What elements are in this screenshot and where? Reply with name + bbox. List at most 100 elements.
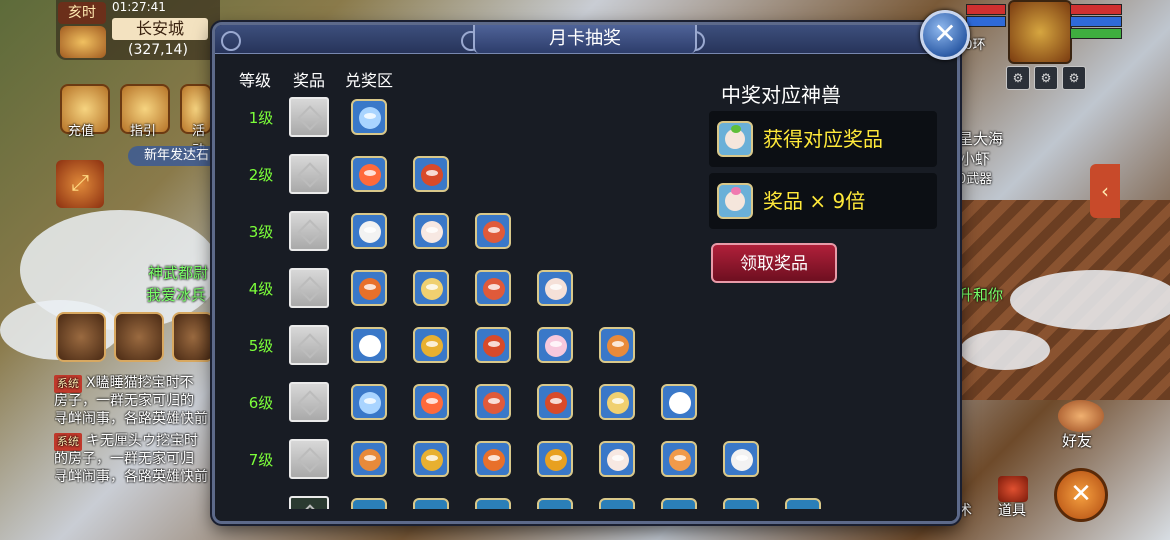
prize-slot[interactable] [289,439,329,479]
skill-label: 术 [958,503,972,519]
npc-name: 星大海 [958,130,1004,148]
rabbit-pink-pet-icon[interactable] [537,327,573,363]
dragon-blue-pet-icon[interactable] [351,99,387,135]
winning-beast-title: 中奖对应神兽 [721,83,841,107]
bird-red-pet-icon[interactable] [475,327,511,363]
lion-red-pet-icon[interactable] [475,441,511,477]
minimap-icon[interactable] [60,26,106,58]
tiger-pet-icon[interactable] [537,441,573,477]
chat-line: 我爱冰兵 [146,286,207,304]
chat-bubble-icon[interactable] [56,312,106,362]
system-message-text: キ无厘头ウ挖宝时 [86,433,198,449]
level-label: 2级 [248,166,274,184]
dialog-title: 月卡抽奖 [473,25,697,53]
menu-close-icon[interactable]: ✕ [1054,468,1108,522]
dialog-bottom-edge [215,509,957,521]
system-tag: 系统 [54,433,82,451]
column-header-level: 等级 [239,71,272,90]
game-time-badge: 亥时 [58,2,106,24]
fox-white-pet-icon[interactable] [413,213,449,249]
clock: 01:27:41 [112,0,166,14]
monkey-red-pet-icon[interactable] [475,384,511,420]
level-label: 7级 [248,451,274,469]
column-header-prize: 奖品 [293,71,326,90]
sprout-girl-pet-icon[interactable] [537,270,573,306]
pet-hp-bar [966,4,1006,15]
coordinates: (327,14) [128,42,188,58]
system-message: 系统 キ无厘头ウ挖宝时 [54,432,212,451]
lion-gold-pet-icon[interactable] [413,327,449,363]
handshake-icon[interactable] [1058,400,1104,432]
deer-orange-pet-icon[interactable] [599,327,635,363]
multiplier-info-row: 奖品 × 9倍 [709,173,937,229]
skill-slot-icon[interactable]: ⚙ [1062,66,1086,90]
fox-white-pet-icon[interactable] [599,441,635,477]
prize-slot[interactable] [289,97,329,137]
level-label: 6级 [248,394,274,412]
system-message-line: 寻衅闹事，各路英雄快前 [54,411,208,427]
cat-yellow-pet-icon[interactable] [599,384,635,420]
system-tag: 系统 [54,375,82,393]
level-label: 4级 [248,280,274,298]
pet-mp-bar [966,16,1006,27]
level-label: 1级 [248,109,274,127]
deer-orange-pet-icon[interactable] [351,441,387,477]
mp-bar [1070,16,1122,27]
system-message: 系统 X瞌睡猫挖宝时不 [54,374,212,393]
panda-pet-icon[interactable] [723,441,759,477]
prize-slot[interactable] [289,211,329,251]
prize-slot[interactable] [289,154,329,194]
treasure-chest-icon[interactable] [998,476,1028,502]
microphone-icon[interactable] [114,312,164,362]
bird-red-pet-icon[interactable] [413,156,449,192]
monthly-card-lottery-dialog: 月卡抽奖 等级 奖品 兑奖区 1级2级3级4级5级6级7级8级 中奖对应神兽 获… [212,22,960,524]
guide-label: 指引 [130,124,157,139]
monkey-red-pet-icon[interactable] [475,213,511,249]
prize-slot[interactable] [289,382,329,422]
level-label: 5级 [248,337,274,355]
column-header-redeem: 兑奖区 [345,71,394,90]
header-ornament-icon [221,31,241,51]
prize-slot[interactable] [289,325,329,365]
recharge-label: 充值 [68,124,95,139]
hp-bar [1070,4,1122,15]
reward-text: 获得对应奖品 [763,127,883,151]
system-message-text: X瞌睡猫挖宝时不 [86,375,194,391]
player-avatar[interactable] [1008,0,1072,64]
chat-line: 神武都尉 [148,264,209,282]
level-label: 3级 [248,223,274,241]
skill-slot-icon[interactable]: ⚙ [1034,66,1058,90]
multiplier-text: 奖品 × 9倍 [763,189,866,213]
prize-slot[interactable] [289,268,329,308]
snow-patch [1010,270,1170,330]
skill-slot-icon[interactable]: ⚙ [1006,66,1030,90]
panda-pet-icon[interactable] [351,213,387,249]
dragon-blue-pet-icon[interactable] [351,384,387,420]
system-message-line: 的房子，一群无家可归 [54,451,194,467]
lion-gold-pet-icon[interactable] [413,441,449,477]
expand-icon[interactable]: ⤢ [56,160,104,208]
team-chat-icon[interactable] [172,312,214,362]
city-name[interactable]: 长安城 [112,18,208,40]
exp-bar [1070,28,1122,39]
cat-yellow-pet-icon[interactable] [413,270,449,306]
npc-name: 小虾 [960,150,991,168]
lion-red-pet-icon[interactable] [351,270,387,306]
system-message-line: 房子，一群无家可归的 [54,393,194,409]
bird-red-pet-icon[interactable] [537,384,573,420]
phoenix-red-pet-icon[interactable] [413,384,449,420]
close-dialog-button[interactable]: ✕ [920,10,970,60]
claim-prize-button[interactable]: 领取奖品 [711,243,837,283]
monkey-orange-pet-icon[interactable] [661,441,697,477]
crane-white-pet-icon[interactable] [351,327,387,363]
reward-info-row: 获得对应奖品 [709,111,937,167]
sprout-pet-icon [717,121,753,157]
side-expand-tab[interactable]: ‹ [1090,164,1120,218]
crane-white-pet-icon[interactable] [661,384,697,420]
phoenix-red-pet-icon[interactable] [351,156,387,192]
npc-title: 0武器 [958,172,993,187]
chat-line: 升和你 [958,286,1004,304]
bunny-pet-icon [717,183,753,219]
snow-patch [960,330,1050,370]
monkey-red-pet-icon[interactable] [475,270,511,306]
